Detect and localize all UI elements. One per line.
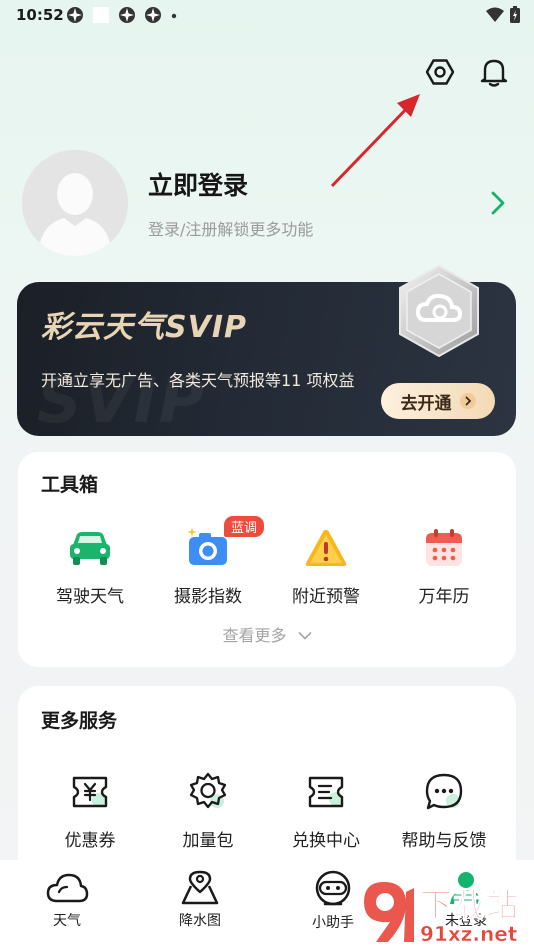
login-title[interactable]: 立即登录	[148, 166, 248, 202]
tool-icon-wrap	[420, 524, 468, 572]
nav-weather[interactable]: 天气	[22, 870, 112, 930]
tool-label: 摄影指数	[174, 587, 242, 607]
tool-nearby-warning[interactable]: 附近预警	[271, 524, 381, 607]
toolbox-card: 工具箱 驾驶天气 蓝调 摄影指数 附近预警 万年历 查看更多	[18, 452, 516, 667]
tool-label: 附近预警	[292, 587, 360, 607]
service-label: 帮助与反馈	[401, 831, 487, 851]
toolbox-title: 工具箱	[41, 474, 99, 496]
app-notification-icon	[119, 7, 135, 23]
svip-title: 彩云天气SVIP	[41, 310, 247, 345]
service-label: 兑换中心	[292, 831, 360, 851]
exchange-icon	[308, 776, 344, 808]
map-pin-icon	[181, 870, 219, 905]
avatar[interactable]	[22, 150, 128, 256]
login-subtitle: 登录/注册解锁更多功能	[148, 220, 314, 239]
tool-label: 驾驶天气	[56, 587, 124, 607]
profile-chevron-button[interactable]	[486, 188, 510, 218]
notifications-button[interactable]	[476, 54, 512, 90]
tool-label: 万年历	[418, 587, 470, 607]
service-coupon[interactable]: 优惠券	[35, 768, 145, 851]
watermark-text: 下载站	[419, 886, 520, 925]
services-card: 更多服务 优惠券 加量包 兑换中心 帮助与反馈	[18, 686, 516, 886]
tool-icon-wrap	[184, 768, 232, 816]
more-dot-icon	[171, 13, 177, 19]
tool-icon-wrap	[66, 524, 114, 572]
service-label: 优惠券	[64, 831, 116, 851]
nav-label: 小助手	[312, 915, 354, 931]
svip-open-label: 去开通	[400, 393, 452, 414]
tool-tag-badge: 蓝调	[224, 516, 265, 537]
settings-icon	[425, 59, 455, 85]
nav-precipitation-map[interactable]: 降水图	[155, 870, 245, 930]
svip-description: 开通立享无广告、各类天气预报等11 项权益	[41, 371, 355, 390]
tool-icon-wrap	[420, 768, 468, 816]
bell-icon	[480, 59, 508, 87]
car-icon	[70, 532, 110, 565]
tool-icon-wrap	[302, 768, 350, 816]
chat-icon	[425, 773, 463, 810]
watermark-logo-icon	[364, 882, 414, 942]
nav-label: 降水图	[179, 913, 221, 929]
tool-icon-wrap	[66, 768, 114, 816]
gear-pack-icon	[189, 772, 227, 809]
svip-hexagon-badge-icon	[399, 264, 479, 358]
app-notification-icon	[145, 7, 161, 23]
app-notification-icon	[67, 7, 83, 23]
tool-icon-wrap	[302, 524, 350, 572]
service-help-feedback[interactable]: 帮助与反馈	[389, 768, 499, 851]
see-more-label: 查看更多	[222, 626, 287, 645]
service-label: 加量包	[182, 831, 234, 851]
assistant-icon	[315, 870, 351, 906]
chevron-right-icon	[491, 191, 505, 215]
chevron-down-icon	[298, 632, 311, 640]
site-watermark: 下载站 91xz.net	[358, 876, 534, 950]
svip-open-button[interactable]: 去开通	[381, 383, 495, 419]
nav-label: 天气	[53, 913, 81, 929]
status-time: 10:52	[16, 6, 64, 24]
see-more-button[interactable]: 查看更多	[18, 622, 516, 646]
cloud-icon	[46, 873, 89, 903]
settings-button[interactable]	[422, 54, 458, 90]
service-exchange-center[interactable]: 兑换中心	[271, 768, 381, 851]
wifi-icon	[486, 7, 504, 22]
status-system-icons	[486, 6, 520, 23]
status-notification-icons	[66, 6, 178, 24]
tool-icon-wrap: 蓝调	[184, 516, 265, 572]
services-title: 更多服务	[41, 710, 118, 732]
status-bar: 10:52	[0, 0, 534, 30]
warning-icon	[305, 530, 347, 566]
calendar-icon	[426, 529, 462, 566]
tool-calendar[interactable]: 万年历	[389, 524, 499, 607]
coupon-icon	[72, 776, 108, 808]
battery-icon	[510, 6, 520, 23]
chevron-right-icon	[459, 393, 476, 409]
tool-photo-index[interactable]: 蓝调 摄影指数	[153, 516, 265, 607]
default-avatar-icon	[22, 150, 128, 256]
watermark-url: 91xz.net	[420, 922, 518, 947]
annotation-arrow	[330, 94, 420, 188]
white-square-icon	[93, 7, 109, 23]
service-extra-pack[interactable]: 加量包	[153, 768, 263, 851]
tool-driving-weather[interactable]: 驾驶天气	[35, 524, 145, 607]
